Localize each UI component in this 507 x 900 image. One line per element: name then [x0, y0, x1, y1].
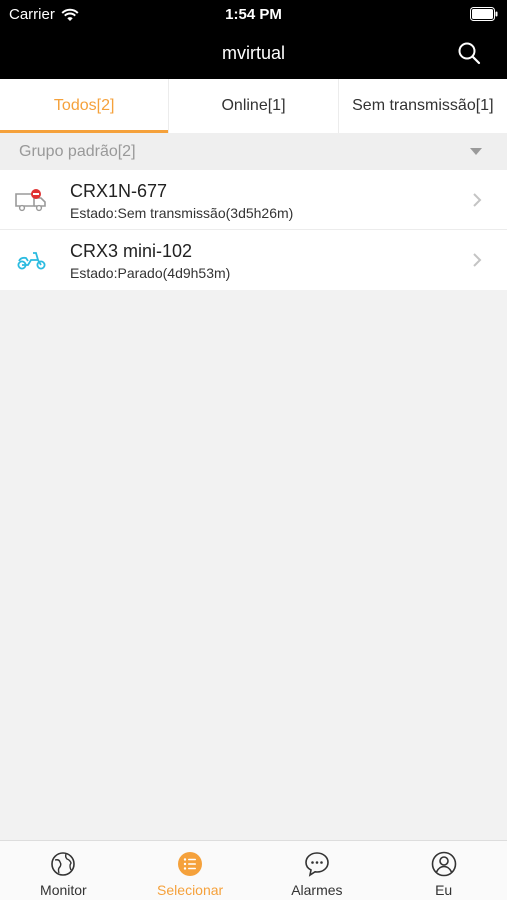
filter-tabs: Todos[2] Online[1] Sem transmissão[1] [0, 79, 507, 133]
caret-down-icon [470, 148, 482, 155]
tab-sem-transmissao[interactable]: Sem transmissão[1] [339, 79, 507, 133]
list-icon [178, 852, 203, 876]
device-row[interactable]: CRX1N-677 Estado:Sem transmissão(3d5h26m… [0, 170, 507, 230]
device-name: CRX1N-677 [70, 181, 168, 201]
nav-monitor-label: Monitor [40, 882, 87, 898]
status-time: 1:54 PM [225, 6, 282, 23]
nav-bar: mvirtual [0, 28, 507, 79]
nav-alarmes[interactable]: Alarmes [254, 841, 381, 900]
device-row[interactable]: CRX3 mini-102 Estado:Parado(4d9h53m) [0, 230, 507, 290]
nav-monitor[interactable]: Monitor [0, 841, 127, 900]
nav-selecionar-label: Selecionar [157, 882, 224, 898]
device-status: Estado:Parado(4d9h53m) [70, 265, 231, 281]
bottom-tab-bar: Monitor Selecionar Alarmes Eu [0, 840, 507, 900]
scooter-icon [17, 252, 46, 270]
truck-offline-icon [15, 189, 46, 212]
tab-todos[interactable]: Todos[2] [0, 79, 170, 133]
nav-selecionar[interactable]: Selecionar [127, 841, 254, 900]
status-bar: Carrier 1:54 PM [0, 0, 507, 28]
nav-eu-label: Eu [435, 882, 453, 898]
page-title: mvirtual [221, 43, 285, 63]
device-name: CRX3 mini-102 [70, 241, 193, 261]
device-status: Estado:Sem transmissão(3d5h26m) [70, 205, 294, 221]
nav-eu[interactable]: Eu [380, 841, 507, 900]
battery-icon [470, 7, 498, 21]
chevron-right-icon [473, 253, 482, 267]
group-label: Grupo padrão[2] [19, 143, 136, 160]
chat-bubble-icon [305, 852, 329, 877]
group-header[interactable]: Grupo padrão[2] [0, 133, 507, 170]
search-icon[interactable] [457, 41, 481, 65]
globe-icon [51, 852, 76, 876]
nav-alarmes-label: Alarmes [291, 882, 343, 898]
tab-online[interactable]: Online[1] [169, 79, 339, 133]
chevron-right-icon [473, 193, 482, 207]
user-icon [431, 851, 456, 877]
